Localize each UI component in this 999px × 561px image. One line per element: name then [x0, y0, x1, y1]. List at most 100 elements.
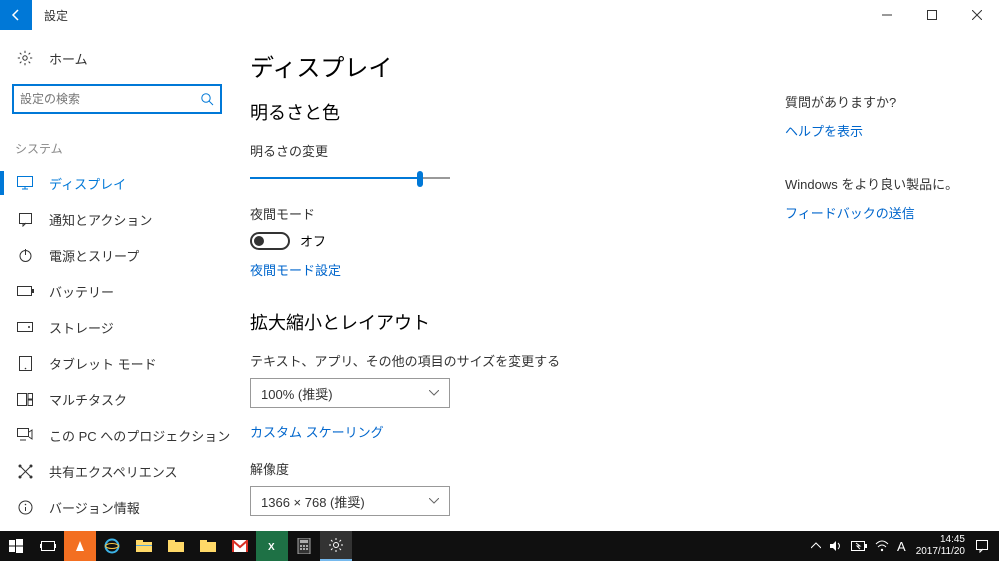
- orientation-label: 向き: [250, 530, 770, 531]
- night-mode-state: オフ: [300, 231, 326, 250]
- taskbar-ie[interactable]: [96, 531, 128, 561]
- toggle-knob: [254, 236, 264, 246]
- taskbar-app-1[interactable]: [64, 531, 96, 561]
- windows-icon: [9, 539, 23, 553]
- taskview-button[interactable]: [32, 531, 64, 561]
- chevron-down-icon: [429, 498, 439, 504]
- taskbar-explorer-3[interactable]: [192, 531, 224, 561]
- maximize-button[interactable]: [909, 0, 954, 30]
- storage-icon: [15, 322, 35, 332]
- sidebar-item-9[interactable]: バージョン情報: [0, 489, 234, 525]
- calculator-icon: [297, 538, 311, 554]
- back-button[interactable]: [0, 0, 32, 30]
- resolution-dropdown[interactable]: 1366 × 768 (推奨): [250, 486, 450, 516]
- notification-icon: [975, 539, 989, 553]
- action-center[interactable]: [971, 539, 993, 553]
- home-button[interactable]: ホーム: [0, 40, 234, 76]
- sidebar-item-5[interactable]: タブレット モード: [0, 345, 234, 381]
- taskbar-explorer-2[interactable]: [160, 531, 192, 561]
- gear-icon: [328, 537, 344, 553]
- slider-thumb[interactable]: [417, 171, 423, 187]
- resolution-label: 解像度: [250, 459, 770, 478]
- sidebar: ホーム システム ディスプレイ通知とアクション電源とスリープバッテリーストレージ…: [0, 30, 234, 531]
- battery-icon: [851, 541, 867, 551]
- scale-dropdown[interactable]: 100% (推奨): [250, 378, 450, 408]
- taskbar-calc[interactable]: [288, 531, 320, 561]
- scale-label: テキスト、アプリ、その他の項目のサイズを変更する: [250, 351, 770, 370]
- excel-icon: X: [265, 539, 279, 553]
- tablet-icon: [15, 356, 35, 371]
- arrow-left-icon: [9, 8, 23, 22]
- help-link[interactable]: ヘルプを表示: [785, 121, 975, 140]
- close-icon: [972, 10, 982, 20]
- search-icon: [200, 92, 214, 106]
- display-icon: [15, 176, 35, 190]
- sidebar-item-0[interactable]: ディスプレイ: [0, 165, 234, 201]
- taskbar-gmail[interactable]: [224, 531, 256, 561]
- svg-text:X: X: [268, 542, 275, 553]
- night-mode-label: 夜間モード: [250, 204, 770, 223]
- shared-icon: [15, 464, 35, 479]
- multitask-icon: [15, 393, 35, 406]
- taskbar-settings[interactable]: [320, 531, 352, 561]
- search-input[interactable]: [20, 92, 200, 106]
- sidebar-item-label: マルチタスク: [49, 390, 127, 409]
- sidebar-item-1[interactable]: 通知とアクション: [0, 201, 234, 237]
- sidebar-item-label: 共有エクスペリエンス: [49, 462, 177, 481]
- minimize-icon: [882, 10, 892, 20]
- battery-icon: [15, 286, 35, 296]
- brightness-slider[interactable]: [250, 168, 450, 188]
- clock-date: 2017/11/20: [916, 546, 965, 558]
- brightness-label: 明るさの変更: [250, 141, 770, 160]
- scale-value: 100% (推奨): [261, 384, 333, 403]
- close-button[interactable]: [954, 0, 999, 30]
- taskbar-clock[interactable]: 14:45 2017/11/20: [910, 534, 971, 558]
- sidebar-item-label: ディスプレイ: [49, 174, 126, 193]
- sidebar-item-8[interactable]: 共有エクスペリエンス: [0, 453, 234, 489]
- resolution-value: 1366 × 768 (推奨): [261, 492, 365, 511]
- night-mode-settings-link[interactable]: 夜間モード設定: [250, 260, 341, 279]
- taskbar-excel[interactable]: X: [256, 531, 288, 561]
- sidebar-item-label: 電源とスリープ: [49, 246, 139, 265]
- sidebar-item-label: バージョン情報: [49, 498, 140, 517]
- gear-icon: [15, 50, 35, 66]
- tray-wifi[interactable]: [871, 540, 893, 552]
- chevron-down-icon: [429, 390, 439, 396]
- sidebar-item-4[interactable]: ストレージ: [0, 309, 234, 345]
- taskbar-explorer-1[interactable]: [128, 531, 160, 561]
- power-icon: [15, 248, 35, 263]
- custom-scaling-link[interactable]: カスタム スケーリング: [250, 422, 384, 441]
- tray-chevron[interactable]: [807, 542, 825, 550]
- taskbar: X A 14:45 2017/11/20: [0, 531, 999, 561]
- chevron-up-icon: [811, 542, 821, 550]
- section-brightness: 明るさと色: [250, 99, 770, 125]
- home-label: ホーム: [49, 49, 88, 68]
- wifi-icon: [875, 540, 889, 552]
- group-label: システム: [0, 124, 234, 165]
- sidebar-item-2[interactable]: 電源とスリープ: [0, 237, 234, 273]
- page-title: ディスプレイ: [250, 48, 770, 83]
- tray-volume[interactable]: [825, 540, 847, 552]
- sidebar-item-7[interactable]: この PC へのプロジェクション: [0, 417, 234, 453]
- night-mode-toggle[interactable]: [250, 232, 290, 250]
- taskview-icon: [40, 539, 56, 553]
- help-title: 質問がありますか?: [785, 92, 975, 111]
- right-pane: 質問がありますか? ヘルプを表示 Windows をより良い製品に。 フィードバ…: [785, 48, 975, 531]
- main-content: ディスプレイ 明るさと色 明るさの変更 夜間モード オフ 夜間モード設定 拡大縮…: [250, 48, 770, 531]
- about-icon: [15, 500, 35, 515]
- volume-icon: [829, 540, 843, 552]
- feedback-title: Windows をより良い製品に。: [785, 174, 975, 193]
- tray-battery[interactable]: [847, 541, 871, 551]
- clock-time: 14:45: [916, 534, 965, 546]
- tray-ime[interactable]: A: [893, 539, 910, 554]
- folder-icon: [167, 539, 185, 553]
- minimize-button[interactable]: [864, 0, 909, 30]
- folder-icon: [135, 539, 153, 553]
- start-button[interactable]: [0, 531, 32, 561]
- sidebar-item-6[interactable]: マルチタスク: [0, 381, 234, 417]
- sidebar-item-3[interactable]: バッテリー: [0, 273, 234, 309]
- titlebar: 設定: [0, 0, 999, 30]
- window-title: 設定: [44, 7, 68, 24]
- feedback-link[interactable]: フィードバックの送信: [785, 203, 975, 222]
- search-box[interactable]: [12, 84, 222, 114]
